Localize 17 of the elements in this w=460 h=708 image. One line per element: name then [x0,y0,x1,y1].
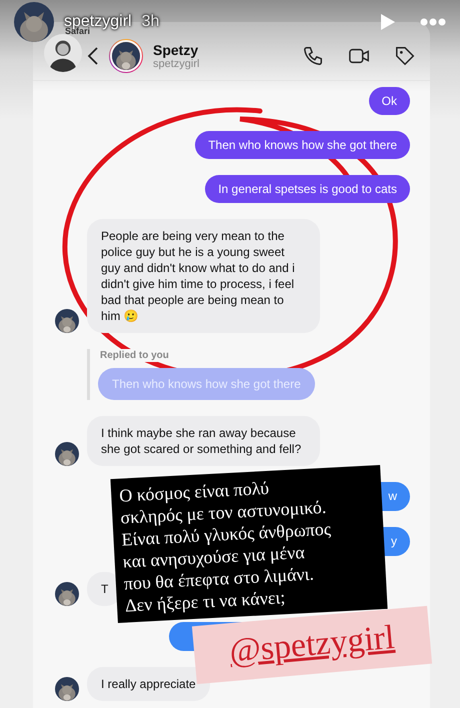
back-icon[interactable] [87,47,99,65]
message-bubble: Ok [368,87,410,115]
message-bubble: Then who knows how she got there [195,131,410,159]
message-bubble: I think maybe she ran away because she got scared or something and fell? [87,416,320,466]
message-bubble: I really appreciate [87,667,210,701]
message-bubble: People are being very mean to the police guy but he is a young sweet guy and didn't know what to do and i didn't give him time to process, i feel bad that people are being mean to him 🥲 [87,219,320,333]
avatar-ring[interactable] [109,39,143,73]
back-to-app-label: Safari [65,26,90,36]
phone-icon[interactable] [302,45,324,67]
quoted-message: Then who knows how she got there [98,368,315,400]
reply-label: Replied to you [98,349,171,362]
contact-name: Spetzy [153,42,200,58]
contact-handle: spetzygirl [153,58,200,70]
message-bubble: In general spetses is good to cats [205,175,410,203]
tag-icon[interactable] [394,45,416,67]
play-icon[interactable] [380,13,396,31]
story-time: 3h [142,13,160,31]
